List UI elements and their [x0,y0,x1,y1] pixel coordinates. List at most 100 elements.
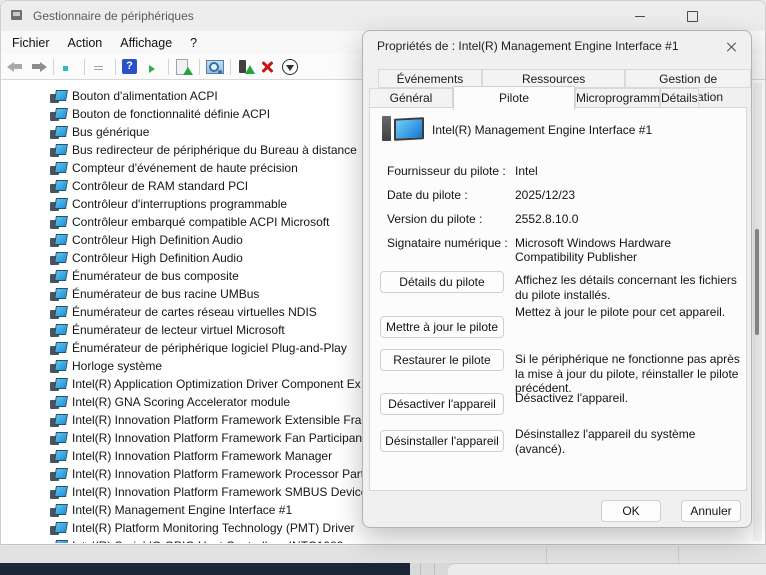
system-device-icon [50,216,67,229]
help-icon[interactable] [121,58,141,76]
tree-vertical-scrollbar[interactable] [753,83,762,541]
field-row: Fournisseur du pilote : Intel [387,160,736,184]
tree-item[interactable]: Intel(R) Serial IO GPIO Host Controller … [50,537,764,543]
action-row: Désactiver l'appareil Désactivez l'appar… [380,387,738,427]
action-row: Mettre à jour le pilote Mettez à jour le… [380,305,738,346]
tab[interactable]: Microprogramme [575,88,660,108]
background-navy-bar [0,563,410,575]
tree-item-label: Contrôleur d'interruptions programmable [72,197,287,211]
action-description: Mettez à jour le pilote pour cet apparei… [515,305,743,320]
system-device-icon [50,126,67,139]
action-button[interactable]: Mettre à jour le pilote [380,316,504,338]
uninstall-icon[interactable] [258,58,278,76]
tab[interactable]: Général [369,88,453,108]
pilote-tab-page: Intel(R) Management Engine Interface #1 … [369,107,747,491]
system-device-icon [50,522,67,535]
cancel-button[interactable]: Annuler [681,500,741,522]
action-description: Désactivez l'appareil. [515,391,743,406]
tab[interactable]: Pilote [453,86,575,110]
separator [84,59,85,75]
menu-item[interactable]: Action [59,34,112,52]
field-value: 2025/12/23 [515,188,743,202]
separator [230,59,231,75]
dialog-close-icon[interactable] [725,40,739,54]
action-pane-icon[interactable] [143,58,163,76]
field-label: Fournisseur du pilote : [387,164,506,178]
maximize-icon[interactable] [685,9,699,23]
update-driver-icon[interactable] [174,58,194,76]
field-label: Version du pilote : [387,212,482,226]
system-device-icon [50,270,67,283]
background-window-edge [0,563,766,575]
tree-item-label: Contrôleur de RAM standard PCI [72,179,248,193]
tree-item-label: Intel(R) Innovation Platform Framework P… [72,467,364,481]
menu-item[interactable]: Fichier [3,34,59,52]
action-row: Restaurer le pilote Si le périphérique n… [380,346,738,387]
field-value: 2552.8.10.0 [515,212,743,226]
system-device-icon [50,450,67,463]
system-device-icon [50,504,67,517]
action-description: Désinstallez l'appareil du système (avan… [515,427,743,456]
tree-item-label: Énumérateur de lecteur virtuel Microsoft [72,323,285,337]
tree-item-label: Intel(R) Innovation Platform Framework M… [72,449,332,463]
tree-item-label: Intel(R) GNA Scoring Accelerator module [72,395,290,409]
scan-hardware-icon[interactable] [205,58,225,76]
ok-button[interactable]: OK [601,500,661,522]
field-label: Date du pilote : [387,188,468,202]
driver-fields: Fournisseur du pilote : Intel Date du pi… [387,160,736,256]
tree-item-label: Intel(R) Innovation Platform Framework F… [72,431,365,445]
titlebar: Gestionnaire de périphériques [1,1,765,31]
system-device-icon [50,486,67,499]
properties-icon[interactable] [90,58,110,76]
menu-item[interactable]: Affichage [111,34,181,52]
menu-item[interactable]: ? [181,34,206,52]
field-value: Microsoft Windows Hardware Compatibility… [515,236,743,264]
tree-item-label: Énumérateur de bus composite [72,269,239,283]
tree-item-label: Bus générique [72,125,149,139]
tree-item-label: Intel(R) Innovation Platform Framework E… [72,413,371,427]
desktop: Gestionnaire de périphériques FichierAct… [0,0,766,575]
action-row: Détails du pilote Affichez les détails c… [380,268,738,305]
tree-item-label: Bouton d'alimentation ACPI [72,89,218,103]
forward-icon[interactable] [28,58,48,76]
device-action-icon[interactable] [236,58,256,76]
window-title: Gestionnaire de périphériques [33,9,194,23]
system-device-icon [50,414,67,427]
tree-item-label: Contrôleur High Definition Audio [72,233,243,247]
tree-item-label: Intel(R) Platform Monitoring Technology … [72,521,355,535]
tree-item-label: Bus redirecteur de périphérique du Burea… [72,143,357,157]
back-icon[interactable] [6,58,26,76]
scrollbar-thumb[interactable] [755,229,759,335]
close-icon[interactable] [737,9,751,23]
system-device-icon [50,396,67,409]
disable-icon[interactable] [280,58,300,76]
tree-item-label: Bouton de fonctionnalité définie ACPI [72,107,270,121]
system-device-icon [50,468,67,481]
action-button[interactable]: Désinstaller l'appareil [380,430,504,452]
edge-divider [420,563,421,575]
system-device-icon [50,306,67,319]
tree-item-label: Contrôleur embarqué compatible ACPI Micr… [72,215,329,229]
tree-item-label: Horloge système [72,359,162,373]
tree-item-label: Compteur d'événement de haute précision [72,161,298,175]
minimize-icon[interactable] [633,9,647,23]
system-device-icon [50,252,67,265]
tree-item-label: Intel(R) Serial IO GPIO Host Controller … [72,539,343,543]
action-button[interactable]: Détails du pilote [380,271,504,293]
tab[interactable]: Détails [660,88,699,108]
tab[interactable]: Gestion de l'alimentation [625,69,751,88]
properties-dialog: Propriétés de : Intel(R) Management Engi… [362,30,752,528]
action-button[interactable]: Restaurer le pilote [380,349,504,371]
action-button[interactable]: Désactiver l'appareil [380,393,504,415]
tree-item-label: Contrôleur High Definition Audio [72,251,243,265]
statusbar-divider [678,546,679,563]
system-device-icon [50,540,67,544]
tree-item-label: Intel(R) Application Optimization Driver… [72,377,361,391]
driver-actions: Détails du pilote Affichez les détails c… [380,268,738,427]
console-tree-icon[interactable] [59,58,79,76]
tree-item-label: Intel(R) Innovation Platform Framework S… [72,485,367,499]
field-row: Version du pilote : 2552.8.10.0 [387,208,736,232]
system-device-icon [50,162,67,175]
window-controls [595,1,751,31]
system-device-icon [50,144,67,157]
